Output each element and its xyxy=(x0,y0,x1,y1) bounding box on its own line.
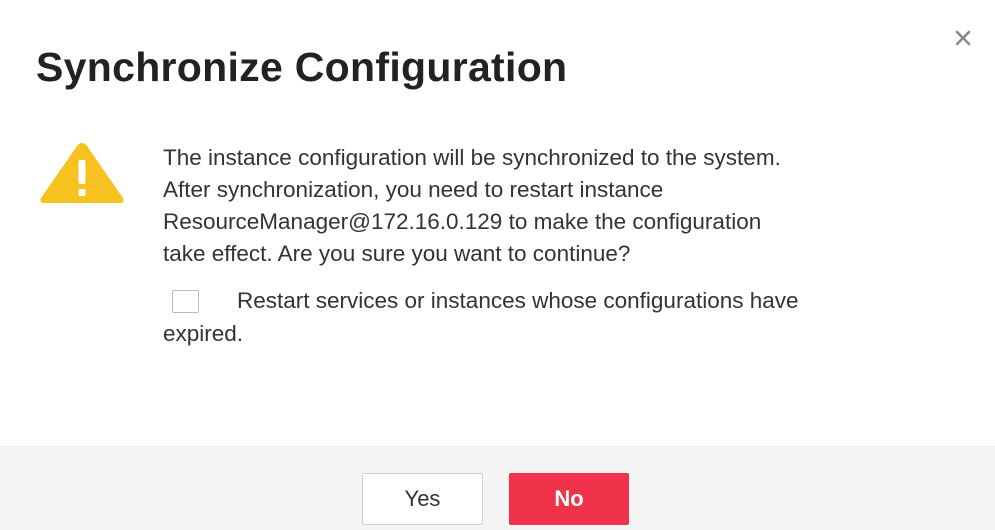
synchronize-configuration-dialog: Synchronize Configuration The instance c… xyxy=(0,0,995,530)
message-line: ResourceManager@172.16.0.129 to make the… xyxy=(163,209,762,234)
no-button[interactable]: No xyxy=(509,473,629,525)
dialog-footer: Yes No xyxy=(0,446,995,530)
warning-triangle-icon xyxy=(38,140,126,206)
confirmation-message: The instance configuration will be synch… xyxy=(163,142,968,270)
restart-expired-label-continued[interactable]: expired. xyxy=(163,317,963,350)
option-line: Restart services or instances whose conf… xyxy=(163,284,963,317)
dialog-title: Synchronize Configuration xyxy=(36,44,568,90)
yes-button[interactable]: Yes xyxy=(362,473,483,525)
restart-expired-option: Restart services or instances whose conf… xyxy=(163,284,963,350)
restart-expired-label[interactable]: Restart services or instances whose conf… xyxy=(237,288,799,313)
close-icon[interactable] xyxy=(951,26,975,50)
restart-expired-checkbox[interactable] xyxy=(172,290,199,313)
message-line: The instance configuration will be synch… xyxy=(163,145,781,170)
message-line: take effect. Are you sure you want to co… xyxy=(163,241,631,266)
message-line: After synchronization, you need to resta… xyxy=(163,177,664,202)
